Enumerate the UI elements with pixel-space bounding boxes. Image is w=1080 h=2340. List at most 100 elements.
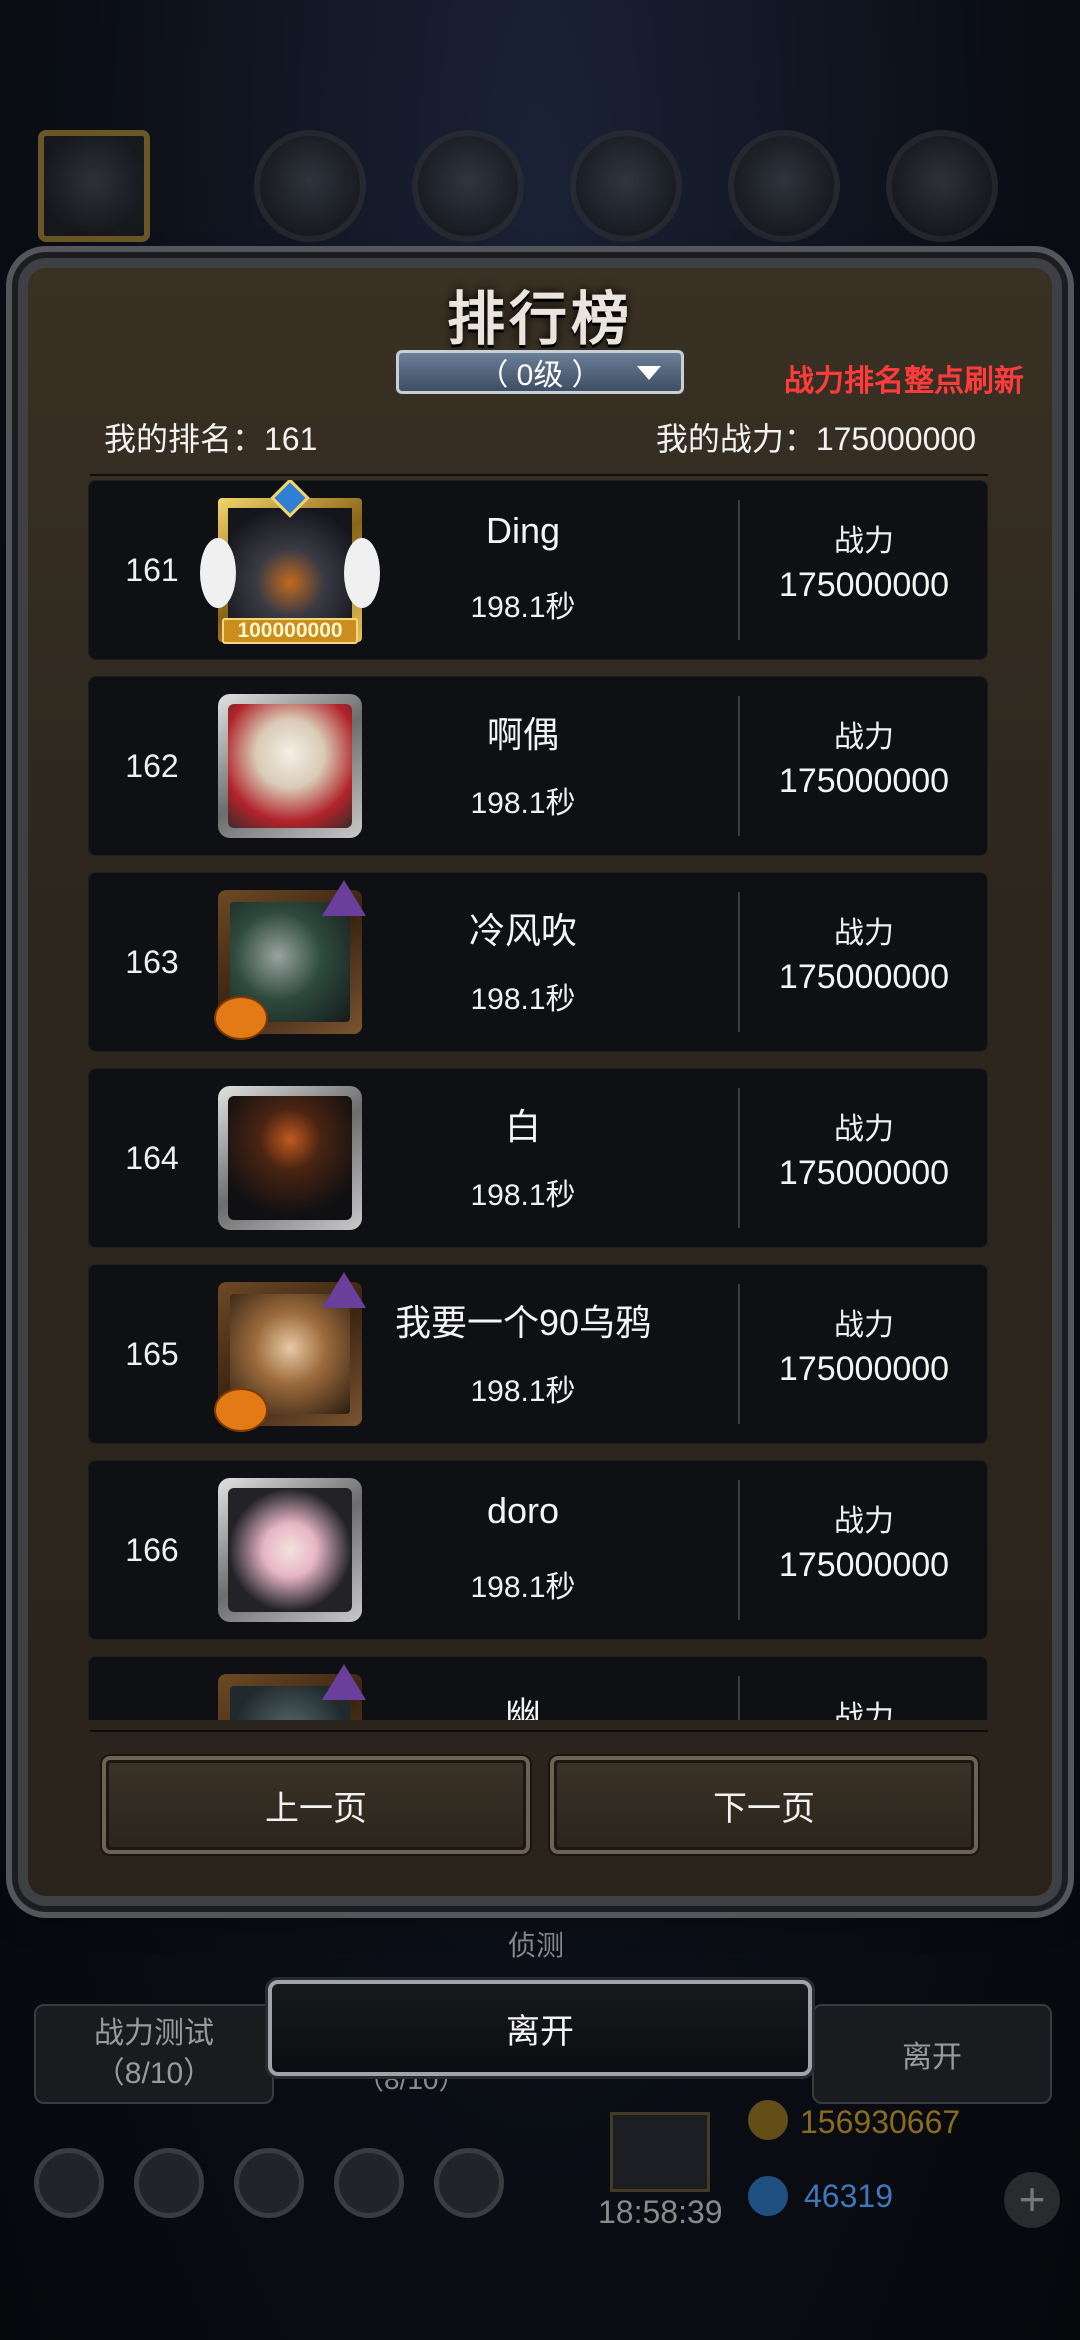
next-page-button[interactable]: 下一页: [550, 1756, 978, 1854]
plus-icon: +: [1004, 2172, 1060, 2228]
avatar-image: [228, 508, 352, 632]
power-value: 175000000: [778, 1546, 950, 1584]
power-label: 战力: [834, 1309, 894, 1342]
bg-detect-label: 侦测: [508, 1930, 565, 1961]
bg-tab-icon: [412, 130, 524, 242]
avatar[interactable]: [218, 1478, 362, 1622]
player-name: doro: [486, 1490, 560, 1531]
player-time: 198.1秒: [470, 983, 576, 1016]
player-time: 198.1秒: [470, 1375, 576, 1408]
gem-amount: 46319: [804, 2178, 893, 2214]
ranking-row[interactable]: 165 我要一个90乌鸦 198.1秒 战力 175000000: [88, 1264, 988, 1444]
page-title: 排行榜: [446, 285, 633, 353]
list-bottom-divider: [90, 1730, 988, 1732]
hooded-avatar-image: [228, 1096, 352, 1220]
player-name: 幽: [504, 1694, 541, 1720]
power-value: 175000000: [778, 1154, 950, 1192]
avatar[interactable]: [214, 1272, 366, 1432]
player-time: 198.1秒: [470, 591, 576, 624]
power-value: 175000000: [778, 566, 950, 604]
leave-label: 离开: [506, 2012, 574, 2051]
bg-clock: 18:58:39: [598, 2194, 723, 2230]
gold-coin-icon: [748, 2100, 788, 2140]
mail-icon: [334, 2148, 404, 2218]
prev-page-label: 上一页: [265, 1789, 367, 1828]
player-time: 198.1秒: [470, 787, 576, 820]
row-rank: 163: [125, 943, 179, 980]
ranking-row[interactable]: 163 冷风吹 198.1秒 战力 175000000: [88, 872, 988, 1052]
row-rank: [88, 1656, 216, 1720]
power-label: 战力: [834, 1701, 894, 1720]
ranking-row[interactable]: 161 100000000 Ding 198.1秒 战力 175000000: [88, 480, 988, 660]
my-rank: 我的排名：161: [104, 421, 318, 457]
ranking-list[interactable]: 161 100000000 Ding 198.1秒 战力 175000000 1…: [88, 480, 988, 1720]
player-name: 冷风吹: [468, 910, 577, 951]
chevron-down-icon: [637, 366, 661, 380]
power-label: 战力: [834, 1505, 894, 1538]
shop-icon: [434, 2148, 504, 2218]
power-label: 战力: [834, 917, 894, 950]
avatar[interactable]: [218, 1664, 366, 1720]
player-name: 啊偶: [486, 714, 559, 755]
witch-hat-icon: [322, 1664, 366, 1700]
avatar[interactable]: [214, 880, 366, 1040]
chest-icon: [610, 2112, 710, 2192]
row-rank: 161: [125, 551, 179, 588]
bg-tab-icon: [728, 130, 840, 242]
bg-tab-icon: [886, 130, 998, 242]
next-page-label: 下一页: [713, 1789, 815, 1828]
gem-icon: [748, 2176, 788, 2216]
avatar[interactable]: [218, 1086, 362, 1230]
player-time: 198.1秒: [470, 1179, 576, 1212]
row-rank: 164: [125, 1139, 179, 1176]
background-category-tabs: [0, 130, 1080, 250]
power-test-count: （8/10）: [94, 2057, 214, 2090]
row-rank: 165: [125, 1335, 179, 1372]
power-value: 175000000: [778, 1350, 950, 1388]
level-select-label: （ 0级 ）: [478, 359, 602, 392]
player-name: Ding: [485, 510, 561, 551]
bg-tab-icon: [38, 130, 150, 242]
power-label: 战力: [834, 525, 894, 558]
ranking-row[interactable]: 166 doro 198.1秒 战力 175000000: [88, 1460, 988, 1640]
refresh-note: 战力排名整点刷新: [784, 365, 1024, 398]
power-test-button: 战力测试 （8/10）: [34, 2004, 274, 2104]
ranking-row[interactable]: 164 白 198.1秒 战力 175000000: [88, 1068, 988, 1248]
my-power: 我的战力：175000000: [655, 421, 976, 457]
row-rank: 166: [125, 1531, 179, 1568]
player-name: 白: [504, 1106, 541, 1147]
my-rank-summary: 我的排名：161 我的战力：175000000: [104, 412, 976, 462]
wing-icon: [200, 538, 236, 608]
witch-hat-icon: [322, 880, 366, 916]
power-value: 175000000: [778, 762, 950, 800]
level-select-dropdown[interactable]: （ 0级 ）: [396, 350, 684, 394]
player-time: 198.1秒: [470, 1571, 576, 1604]
bg-leave-label: 离开: [902, 2041, 962, 2074]
rank-icon: [234, 2148, 304, 2218]
avatar[interactable]: [218, 694, 362, 838]
ranking-row[interactable]: 幽 战力: [88, 1656, 988, 1720]
catgirl-avatar-image: [228, 1488, 352, 1612]
power-value: 175000000: [778, 958, 950, 996]
power-label: 战力: [834, 721, 894, 754]
gold-amount: 156930667: [800, 2104, 961, 2140]
pumpkin-icon: [214, 1388, 268, 1432]
star-icon: [134, 2148, 204, 2218]
player-name: 我要一个90乌鸦: [394, 1302, 652, 1343]
bg-tab-icon: [570, 130, 682, 242]
power-test-label: 战力测试: [94, 2017, 214, 2050]
row-rank: 162: [125, 747, 179, 784]
gear-icon: [34, 2148, 104, 2218]
leave-button[interactable]: 离开: [268, 1980, 812, 2076]
ranking-row[interactable]: 162 啊偶 198.1秒 战力 175000000: [88, 676, 988, 856]
header-divider: [90, 474, 988, 476]
power-label: 战力: [834, 1113, 894, 1146]
pumpkin-icon: [214, 996, 268, 1040]
prev-page-button[interactable]: 上一页: [102, 1756, 530, 1854]
bg-tab-icon: [254, 130, 366, 242]
bg-leave-button: 离开: [812, 2004, 1052, 2104]
avatar-badge: 100000000: [222, 618, 358, 644]
rabbit-avatar-image: [228, 704, 352, 828]
witch-hat-icon: [322, 1272, 366, 1308]
avatar[interactable]: 100000000: [200, 480, 380, 644]
